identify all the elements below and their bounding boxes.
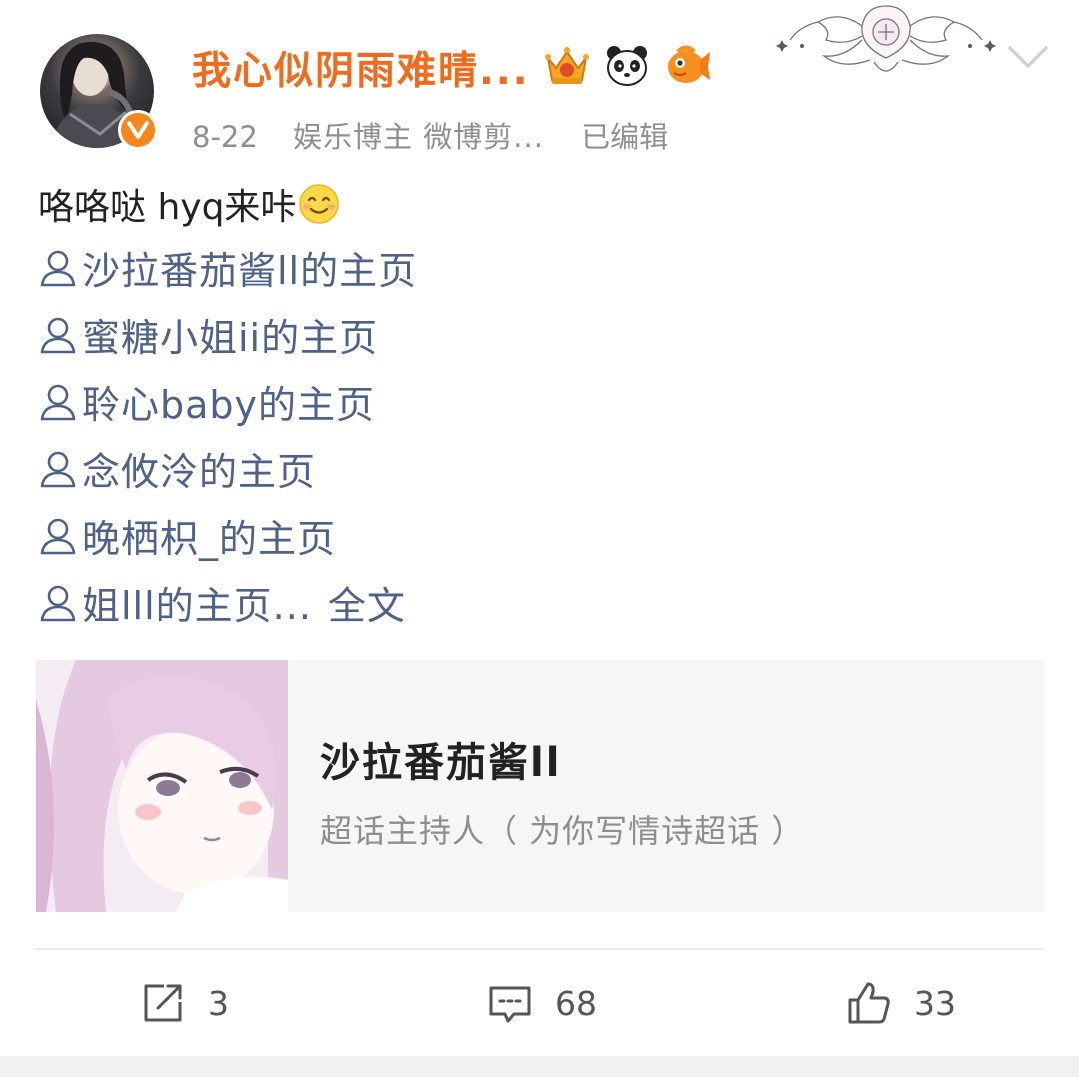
person-icon: [40, 317, 76, 353]
post-meta: 8-22 娱乐博主 微博剪... 已编辑: [192, 114, 694, 156]
action-bar: 3 68 33: [0, 970, 1079, 1036]
mention-label[interactable]: 念攸泠的主页: [82, 441, 316, 496]
person-icon: [40, 518, 76, 554]
comment-count: 68: [555, 983, 597, 1023]
full-text-link[interactable]: 全文: [328, 575, 406, 630]
mention-label[interactable]: 晚栖枳_的主页: [82, 508, 336, 563]
mention-label[interactable]: 蜜糖小姐ii的主页: [82, 307, 378, 362]
mention-label[interactable]: 沙拉番茄酱ll的主页: [82, 240, 417, 295]
card-subtitle: 超话主持人（ 为你写情诗超话 ）: [320, 812, 805, 850]
comment-button[interactable]: 68: [487, 970, 597, 1036]
crown-badge-icon[interactable]: [542, 40, 592, 90]
comment-icon: [489, 986, 531, 1023]
post-date: 8-22: [192, 120, 258, 154]
smile-emoji-icon: [299, 184, 340, 224]
orange-fish-badge-icon[interactable]: [662, 40, 712, 90]
mention-link[interactable]: 念攸泠的主页: [38, 435, 417, 502]
like-button[interactable]: 33: [846, 970, 956, 1036]
post-source[interactable]: 娱乐博主 微博剪...: [293, 120, 544, 154]
repost-icon: [144, 984, 182, 1022]
card-title: 沙拉番茄酱ll: [320, 740, 562, 786]
super-topic-card[interactable]: 沙拉番茄酱ll 超话主持人（ 为你写情诗超话 ）: [36, 660, 1044, 912]
thumbs-up-icon: [848, 982, 890, 1024]
separator-strip: [0, 1056, 1079, 1077]
mention-link[interactable]: 姐lll的主页... 全文: [38, 569, 417, 636]
mention-link[interactable]: 蜜糖小姐ii的主页: [38, 301, 417, 368]
decorative-ornament-icon: [776, 5, 996, 72]
weibo-post: 我心似阴雨难晴... 8-22 娱乐博主 微博剪... 已编辑 咯咯哒 hyq来…: [0, 0, 1079, 1077]
mention-link[interactable]: 聆心baby的主页: [38, 368, 417, 435]
chevron-down-icon[interactable]: [1006, 42, 1050, 72]
verified-v-icon: [118, 110, 158, 150]
person-icon: [40, 451, 76, 487]
repost-count: 3: [208, 983, 229, 1023]
author-badges: [542, 40, 712, 90]
repost-button[interactable]: 3: [140, 970, 229, 1036]
post-text: 咯咯哒 hyq来咔: [38, 182, 417, 234]
mention-label[interactable]: 姐lll的主页...: [82, 575, 312, 630]
mention-link[interactable]: 沙拉番茄酱ll的主页: [38, 234, 417, 301]
like-count: 33: [914, 983, 956, 1023]
panda-badge-icon[interactable]: [602, 40, 652, 90]
mention-link[interactable]: 晚栖枳_的主页: [38, 502, 417, 569]
edited-label[interactable]: 已编辑: [581, 120, 668, 154]
divider: [34, 948, 1044, 950]
card-thumbnail: [36, 660, 288, 912]
author-name[interactable]: 我心似阴雨难晴...: [192, 40, 529, 96]
mention-label[interactable]: 聆心baby的主页: [82, 374, 375, 429]
person-icon: [40, 585, 76, 621]
post-content: 咯咯哒 hyq来咔 沙拉番茄酱ll的主页 蜜糖小姐ii的主页 聆心baby的主页…: [38, 182, 417, 636]
person-icon: [40, 250, 76, 286]
post-text-body: 咯咯哒 hyq来咔: [38, 187, 297, 228]
person-icon: [40, 384, 76, 420]
